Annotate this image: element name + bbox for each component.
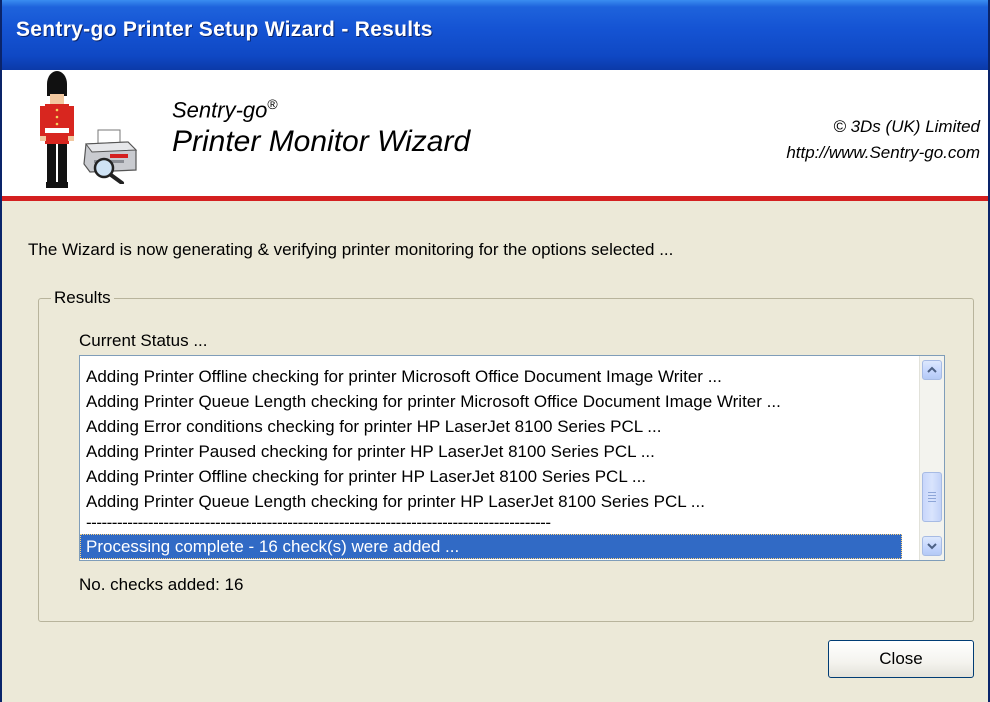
printer-magnifier-icon (83, 129, 138, 184)
status-scrollbar[interactable] (919, 356, 944, 560)
list-item[interactable]: Adding Error conditions checking for pri… (80, 414, 902, 439)
scroll-up-button[interactable] (922, 360, 942, 380)
current-status-label: Current Status ... (79, 331, 208, 350)
copyright-text: © 3Ds (UK) Limited (833, 117, 980, 136)
list-item[interactable]: Adding Printer Queue Length checking for… (80, 489, 902, 514)
status-list: Adding Printer Offline checking for prin… (80, 364, 902, 559)
wizard-window: Sentry-go Printer Setup Wizard - Results (0, 0, 990, 702)
company-url: http://www.Sentry-go.com (786, 143, 980, 162)
list-item[interactable]: Adding Printer Paused checking for print… (80, 439, 902, 464)
chevron-down-icon (927, 543, 937, 550)
product-subtitle: Printer Monitor Wizard (172, 125, 471, 159)
list-item[interactable]: Adding Printer Offline checking for prin… (80, 364, 902, 389)
scroll-down-button[interactable] (922, 536, 942, 556)
thumb-grip (928, 501, 936, 502)
results-group-label: Results (51, 288, 114, 308)
checks-added-count: No. checks added: 16 (79, 575, 244, 594)
product-name: Sentry-go® (172, 96, 278, 123)
intro-text: The Wizard is now generating & verifying… (28, 240, 674, 259)
wizard-header: Sentry-go® Printer Monitor Wizard © 3Ds … (2, 70, 988, 196)
list-item-separator[interactable]: ----------------------------------------… (80, 514, 902, 534)
product-brand: Sentry-go® Printer Monitor Wizard (172, 96, 470, 159)
results-groupbox: Results Current Status ... Adding Printe… (38, 288, 974, 622)
list-item[interactable]: Adding Printer Queue Length checking for… (80, 389, 902, 414)
guardsman-icon (40, 71, 74, 188)
list-item[interactable]: Adding Printer Offline checking for prin… (80, 464, 902, 489)
thumb-grip (928, 495, 936, 496)
company-info: © 3Ds (UK) Limited http://www.Sentry-go.… (786, 114, 980, 166)
close-button[interactable]: Close (828, 640, 974, 678)
scroll-thumb[interactable] (922, 472, 942, 522)
list-item-selected[interactable]: Processing complete - 16 check(s) were a… (80, 534, 902, 559)
title-bar[interactable]: Sentry-go Printer Setup Wizard - Results (2, 0, 988, 70)
thumb-grip (928, 492, 936, 493)
header-divider (2, 196, 988, 201)
window-title: Sentry-go Printer Setup Wizard - Results (16, 18, 433, 41)
thumb-grip (928, 498, 936, 499)
status-listbox[interactable]: Adding Printer Offline checking for prin… (79, 355, 945, 561)
chevron-up-icon (927, 366, 937, 373)
registered-mark: ® (267, 96, 278, 112)
